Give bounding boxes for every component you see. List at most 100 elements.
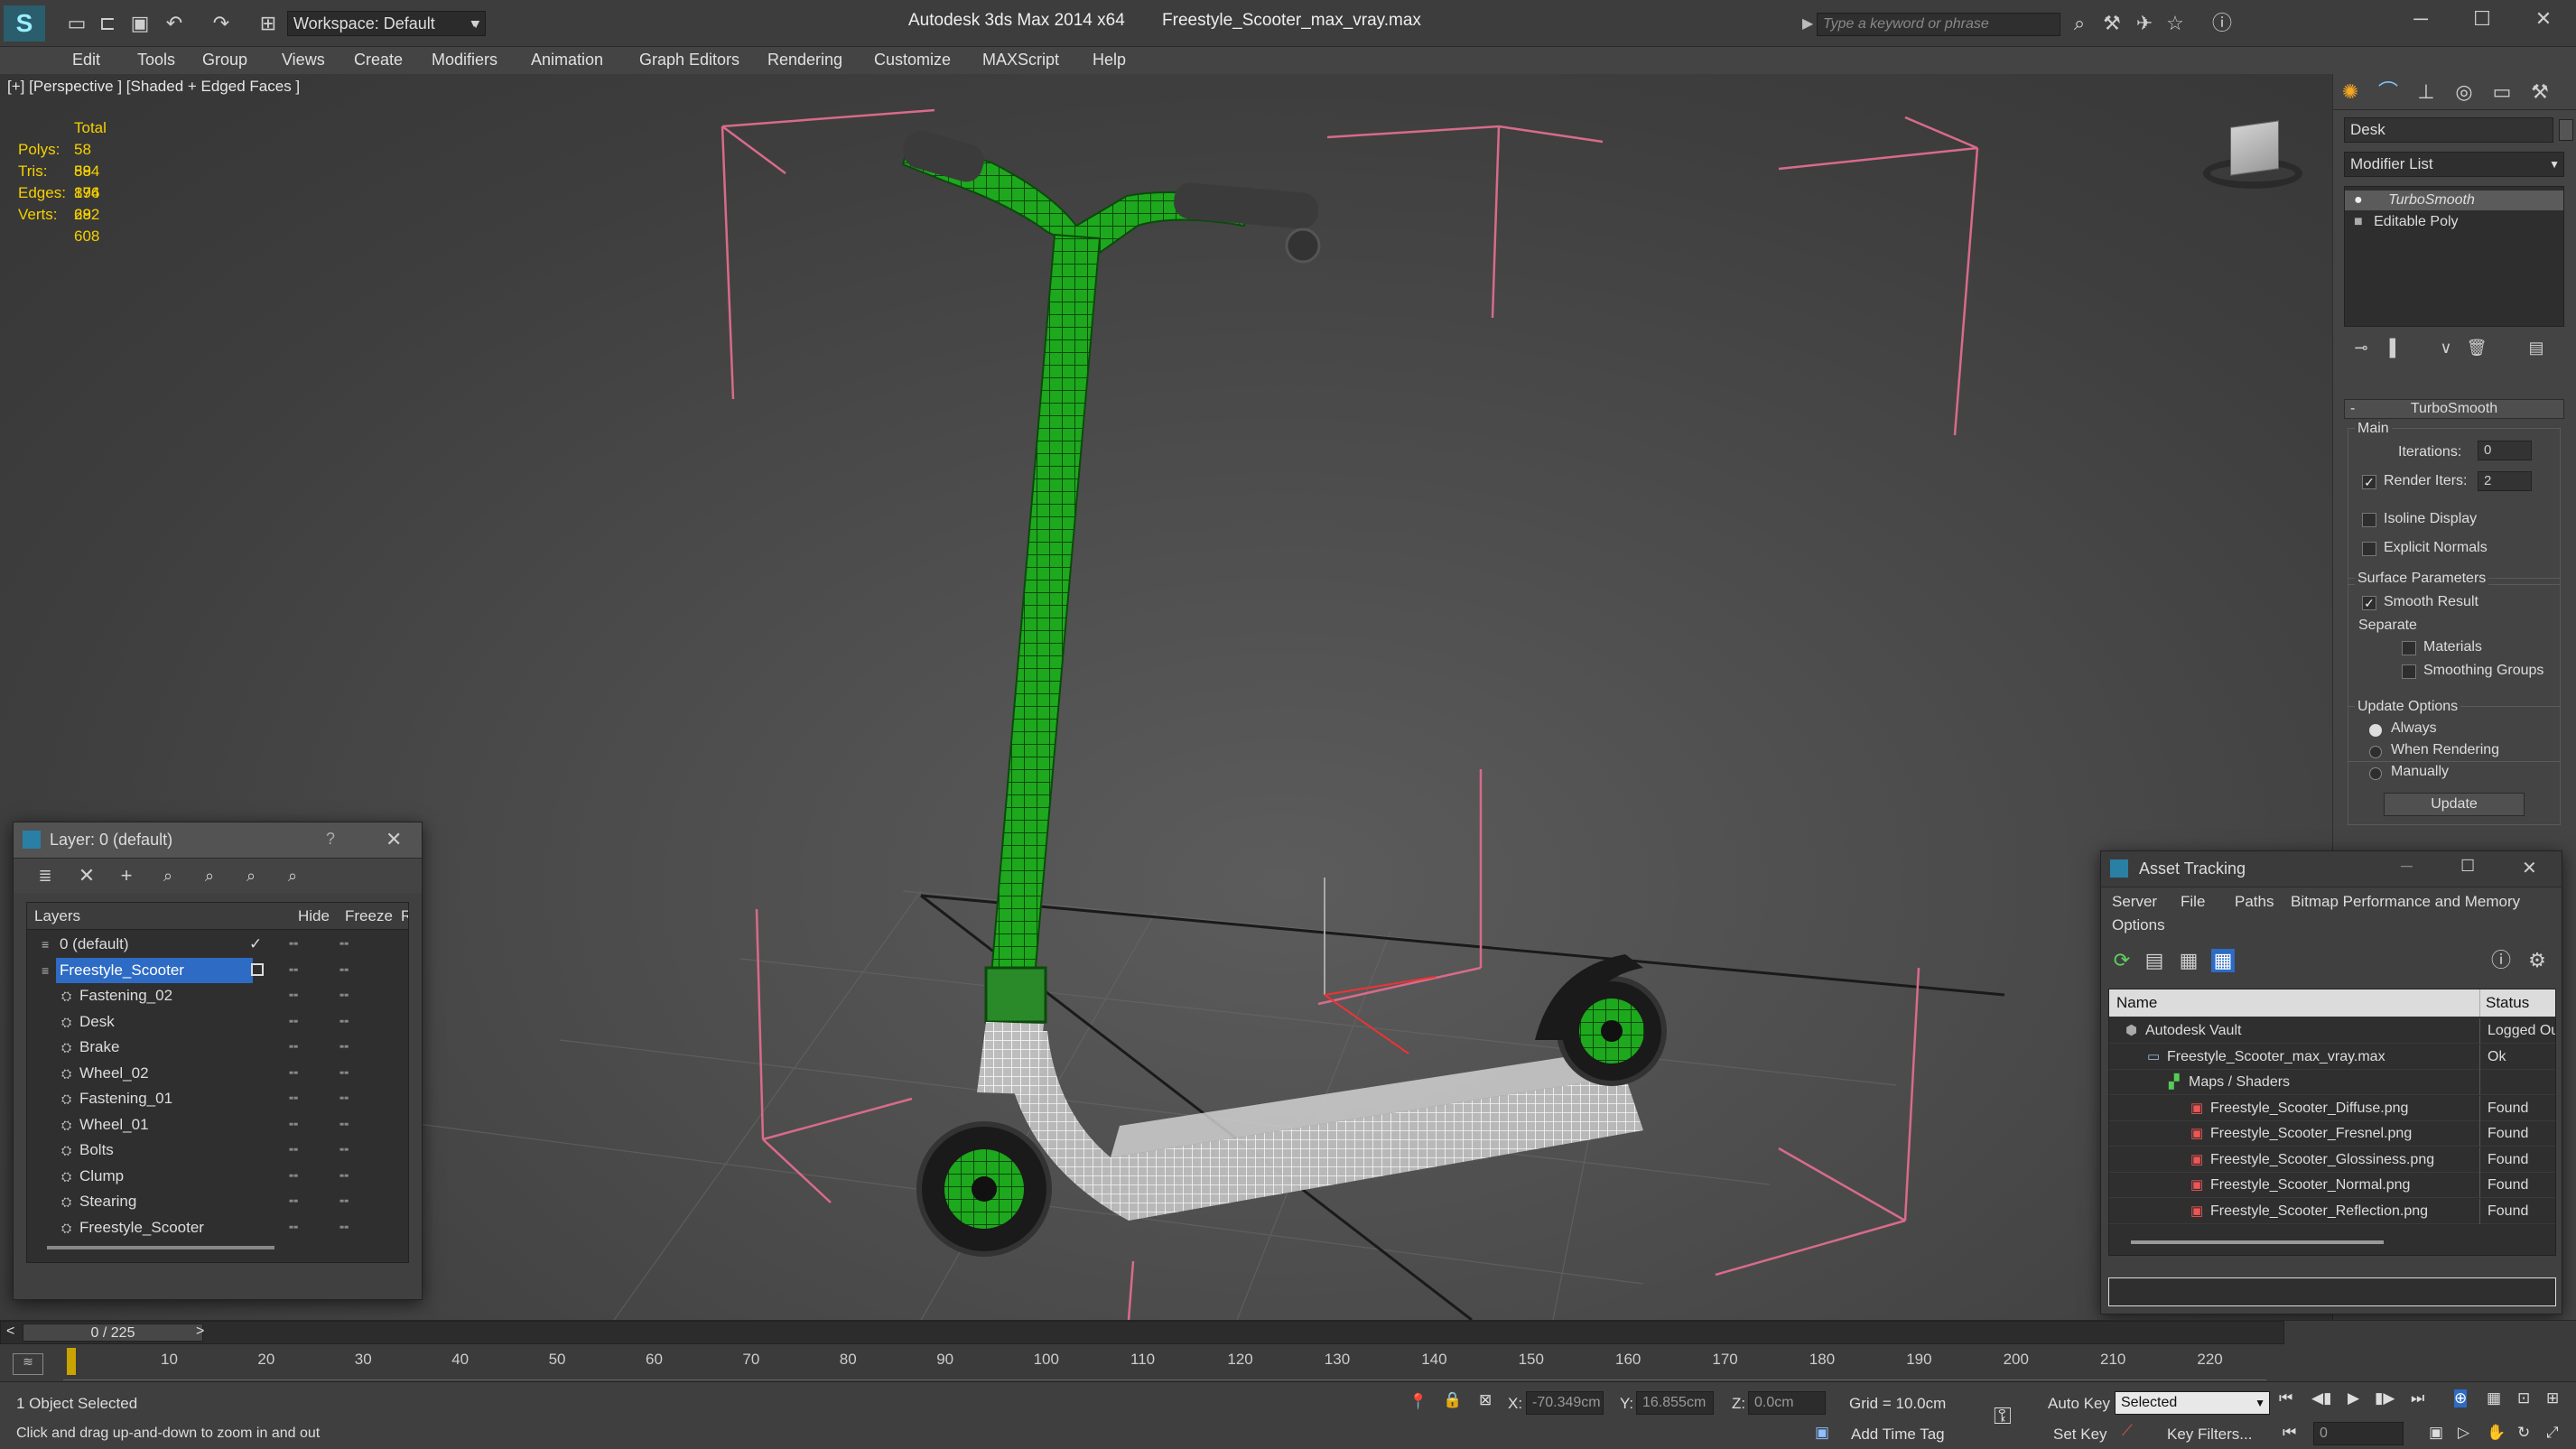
smooth-result-checkbox[interactable]: ✓ (2362, 596, 2376, 610)
asset-row[interactable]: ▭ Freestyle_Scooter_max_vray.max Ok (2109, 1044, 2555, 1070)
maximize-viewport-icon[interactable]: ⤢ (2546, 1424, 2559, 1442)
hide-toggle-icon[interactable]: ╍ (289, 983, 298, 1008)
lightbulb-icon[interactable]: ● (2354, 192, 2363, 208)
previous-frame-icon[interactable]: ◀▮ (2311, 1389, 2331, 1407)
asset-row[interactable]: ▣ Freestyle_Scooter_Fresnel.png Found (2109, 1121, 2555, 1147)
add-time-tag[interactable]: Add Time Tag (1851, 1426, 1945, 1444)
update-button[interactable]: Update (2384, 793, 2525, 816)
menu-edit[interactable]: Edit (72, 51, 100, 70)
go-to-end-icon[interactable]: ⏭ (2411, 1389, 2424, 1407)
key-mode-toggle-icon[interactable]: ⏮ (2283, 1424, 2296, 1442)
next-frame-icon[interactable]: ▮▶ (2375, 1389, 2395, 1407)
pin-icon[interactable]: 📍 (1409, 1393, 1427, 1411)
layer-name[interactable]: 0 (default) (56, 932, 133, 957)
freeze-toggle-icon[interactable]: ╍ (339, 958, 349, 983)
layer-row[interactable]: ⛭ Fastening_01 ╍ ╍ (27, 1086, 408, 1111)
hide-toggle-icon[interactable]: ╍ (289, 932, 298, 957)
search-arrow-icon[interactable]: ▶ (1802, 14, 1813, 33)
hide-toggle-icon[interactable]: ╍ (289, 1009, 298, 1035)
configure-sets-icon[interactable]: ▤ (2525, 336, 2548, 359)
freeze-toggle-icon[interactable]: ╍ (339, 932, 349, 957)
grid-view-icon[interactable]: ▦ (2211, 949, 2235, 972)
table-view-icon[interactable]: ▦ (2177, 949, 2200, 972)
asset-window-titlebar[interactable]: Asset Tracking ─ ☐ ✕ (2101, 851, 2562, 887)
asset-menu-file[interactable]: File (2181, 893, 2205, 911)
hide-column[interactable]: Hide (298, 903, 330, 930)
hide-toggle-icon[interactable]: ╍ (289, 1112, 298, 1138)
layer-hscrollbar[interactable] (47, 1246, 274, 1249)
hide-toggle-icon[interactable]: ╍ (289, 1061, 298, 1086)
asset-menu-paths[interactable]: Paths (2235, 893, 2274, 911)
binoculars-icon[interactable]: ⌕ (2068, 12, 2091, 35)
layer-name[interactable]: Stearing (76, 1189, 140, 1214)
freeze-all-icon[interactable]: ⌕ (281, 864, 304, 887)
layer-name[interactable]: Bolts (76, 1138, 117, 1163)
object-name-field[interactable]: Desk (2344, 117, 2553, 143)
layer-row[interactable]: ⛭ Wheel_01 ╍ ╍ (27, 1112, 408, 1138)
settings-icon[interactable]: ⚙ (2525, 949, 2549, 972)
open-file-icon[interactable]: ⊏ (96, 12, 119, 35)
modify-tab-icon[interactable]: ⌒ (2376, 80, 2400, 104)
modifier-editable-poly[interactable]: ■ Editable Poly (2345, 212, 2563, 232)
make-unique-icon[interactable]: ∨ (2434, 336, 2458, 359)
help-icon[interactable]: ? (326, 830, 335, 849)
subscription-icon[interactable]: ⚒ (2100, 12, 2124, 35)
lock-selection-icon[interactable]: 🔒 (1443, 1391, 1462, 1409)
track-bar[interactable] (63, 1344, 2266, 1380)
hierarchy-tab-icon[interactable]: ⊥ (2414, 80, 2438, 104)
freeze-toggle-icon[interactable]: ╍ (339, 1215, 349, 1240)
modifier-stack[interactable]: ● TurboSmooth ■ Editable Poly (2344, 186, 2564, 327)
layer-row[interactable]: ⛭ Freestyle_Scooter ╍ ╍ (27, 1215, 408, 1240)
layer-row[interactable]: ⛭ Stearing ╍ ╍ (27, 1189, 408, 1214)
maximize-icon[interactable]: ☐ (2460, 857, 2475, 876)
hide-all-icon[interactable]: ⌕ (239, 864, 263, 887)
when-rendering-radio[interactable] (2369, 746, 2382, 758)
create-tab-icon[interactable]: ✺ (2339, 80, 2362, 104)
absolute-mode-icon[interactable]: ⊠ (1479, 1391, 1492, 1409)
help-icon[interactable]: ⓘ (2210, 12, 2234, 35)
asset-menu-options[interactable]: Options (2112, 916, 2165, 934)
delete-layer-icon[interactable]: ✕ (75, 864, 98, 887)
asset-row[interactable]: ▣ Freestyle_Scooter_Normal.png Found (2109, 1173, 2555, 1198)
freeze-toggle-icon[interactable]: ╍ (339, 983, 349, 1008)
add-time-tag-icon[interactable]: ▣ (1815, 1424, 1829, 1442)
render-iters-checkbox[interactable]: ✓ (2362, 475, 2376, 489)
asset-menu-bitmap-performance-and-memory[interactable]: Bitmap Performance and Memory (2291, 893, 2520, 911)
zoom-extents-all-icon[interactable]: ⊞ (2546, 1389, 2559, 1407)
show-end-result-icon[interactable]: ▌ (2384, 336, 2407, 359)
layer-row[interactable]: ≡ 0 (default) ✓ ╍ ╍ (27, 932, 408, 957)
menu-modifiers[interactable]: Modifiers (432, 51, 498, 70)
freeze-toggle-icon[interactable]: ╍ (339, 1086, 349, 1111)
new-layer-icon[interactable]: ≣ (33, 864, 57, 887)
asset-row[interactable]: ▞ Maps / Shaders (2109, 1070, 2555, 1095)
new-file-icon[interactable]: ▭ (65, 12, 88, 35)
motion-tab-icon[interactable]: ◎ (2452, 80, 2476, 104)
modifier-list-dropdown[interactable]: Modifier List ▼ (2344, 152, 2564, 177)
redo-icon[interactable]: ↷ (209, 12, 233, 35)
layer-row[interactable]: ⛭ Wheel_02 ╍ ╍ (27, 1061, 408, 1086)
maximize-icon[interactable]: ☐ (2470, 7, 2494, 31)
iterations-spinner[interactable]: 0 (2478, 441, 2532, 460)
y-coordinate-field[interactable]: 16.855cm (1636, 1391, 1714, 1415)
layer-name[interactable]: Freestyle_Scooter (76, 1215, 208, 1240)
asset-row[interactable]: ▣ Freestyle_Scooter_Diffuse.png Found (2109, 1095, 2555, 1121)
field-of-view-icon[interactable]: ▷ (2458, 1424, 2469, 1442)
layer-name[interactable]: Wheel_02 (76, 1061, 153, 1086)
freeze-toggle-icon[interactable]: ╍ (339, 1009, 349, 1035)
minimize-icon[interactable]: ─ (2409, 7, 2432, 31)
modifier-turbosmooth[interactable]: ● TurboSmooth (2345, 190, 2563, 210)
display-tab-icon[interactable]: ▭ (2490, 80, 2514, 104)
key-mode-dropdown[interactable]: Selected ▼ (2115, 1391, 2270, 1415)
active-layer-check-icon[interactable]: ✓ (249, 932, 262, 957)
communication-icon[interactable]: ✈ (2133, 12, 2156, 35)
minimize-icon[interactable]: ─ (2401, 857, 2413, 876)
time-config-icon[interactable]: ▣ (2429, 1424, 2443, 1442)
favorites-icon[interactable]: ☆ (2163, 12, 2187, 35)
freeze-toggle-icon[interactable]: ╍ (339, 1112, 349, 1138)
close-icon[interactable]: ✕ (2532, 7, 2555, 31)
turbosmooth-rollout-header[interactable]: - TurboSmooth (2344, 399, 2564, 419)
viewcube[interactable] (2203, 120, 2302, 196)
freeze-toggle-icon[interactable]: ╍ (339, 1061, 349, 1086)
status-column[interactable]: Status (2479, 989, 2529, 1017)
search-input[interactable]: Type a keyword or phrase (1817, 13, 2060, 36)
